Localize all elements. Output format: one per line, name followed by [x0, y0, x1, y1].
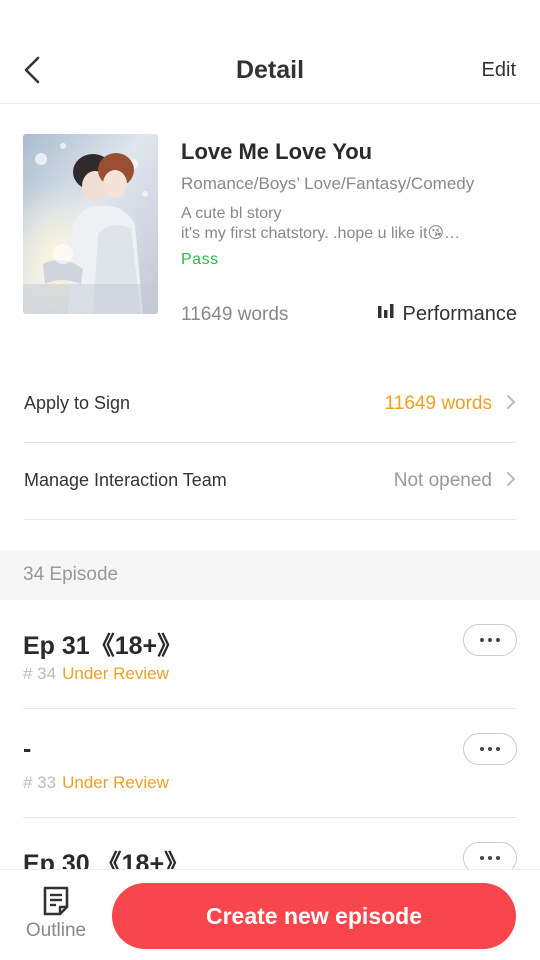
- story-genres: Romance/Boys’ Love/Fantasy/Comedy: [181, 174, 475, 193]
- episode-list-item[interactable]: Ep 31《18+》 # 34 Under Review: [23, 600, 517, 709]
- more-horizontal-icon: [480, 638, 484, 642]
- episode-status: Under Review: [62, 664, 169, 683]
- episode-title: -: [23, 735, 32, 763]
- episode-meta: # 33 Under Review: [23, 773, 169, 793]
- episode-meta: # 34 Under Review: [23, 664, 169, 684]
- more-horizontal-icon: [480, 856, 484, 860]
- manage-interaction-team-value: Not opened: [393, 470, 492, 491]
- story-status-badge: Pass: [181, 251, 219, 268]
- more-horizontal-icon: [496, 638, 500, 642]
- app-screen: Detail Edit Love Me Love You Romance/Boy…: [0, 0, 540, 960]
- manage-interaction-team-row[interactable]: Manage Interaction Team Not opened: [24, 443, 516, 520]
- episode-more-button[interactable]: [463, 733, 517, 765]
- episode-number: # 33: [23, 773, 57, 792]
- performance-label: Performance: [402, 303, 518, 325]
- apply-to-sign-label: Apply to Sign: [24, 393, 131, 413]
- episode-list-item[interactable]: - # 33 Under Review: [23, 709, 517, 818]
- story-cover-image[interactable]: [23, 134, 158, 314]
- more-horizontal-icon: [488, 747, 492, 751]
- more-horizontal-icon: [488, 638, 492, 642]
- story-word-count: 11649 words: [181, 304, 289, 325]
- episode-section-header: 34 Episode: [0, 550, 540, 600]
- bottom-action-bar: Outline Create new episode: [0, 869, 540, 960]
- chevron-right-icon: [506, 471, 516, 492]
- episode-count: 34 Episode: [23, 564, 119, 585]
- episode-title: Ep 31《18+》: [23, 632, 183, 660]
- edit-button[interactable]: Edit: [482, 59, 516, 82]
- story-description-line: A cute bl story: [181, 205, 282, 222]
- chevron-right-icon: [506, 394, 516, 415]
- page-title: Detail: [235, 56, 305, 84]
- apply-to-sign-value: 11649 words: [384, 393, 492, 414]
- episode-more-button[interactable]: [463, 624, 517, 656]
- bar-chart-icon: [377, 303, 394, 326]
- create-new-episode-button[interactable]: Create new episode: [112, 883, 516, 949]
- more-horizontal-icon: [496, 856, 500, 860]
- top-navigation-bar: Detail Edit: [0, 38, 540, 104]
- episode-status: Under Review: [62, 773, 169, 792]
- more-horizontal-icon: [488, 856, 492, 860]
- outline-button[interactable]: Outline: [20, 885, 92, 949]
- story-title: Love Me Love You: [181, 139, 373, 164]
- manage-interaction-team-label: Manage Interaction Team: [24, 470, 227, 490]
- outline-label: Outline: [25, 920, 87, 941]
- more-horizontal-icon: [496, 747, 500, 751]
- story-description-line: it's my first chatstory. .hope u like it…: [181, 225, 461, 242]
- more-horizontal-icon: [480, 747, 484, 751]
- document-lines-icon: [20, 885, 92, 917]
- episode-number: # 34: [23, 664, 57, 683]
- story-description: A cute bl story it's my first chatstory.…: [181, 204, 499, 244]
- apply-to-sign-row[interactable]: Apply to Sign 11649 words: [24, 366, 516, 443]
- performance-button[interactable]: Performance: [377, 303, 518, 326]
